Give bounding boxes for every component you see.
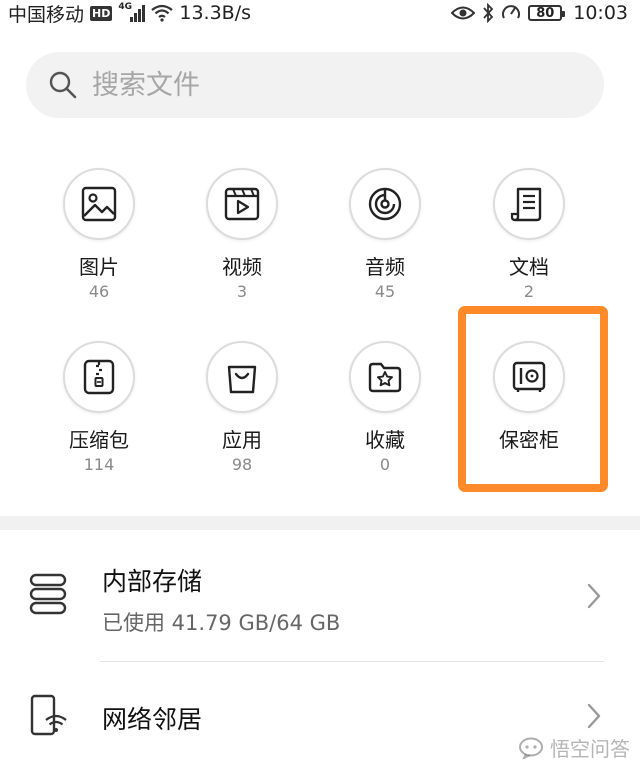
category-count: 0	[379, 455, 391, 474]
wifi-icon	[151, 4, 174, 22]
status-left: 中国移动 HD 4G 13.3B/s	[8, 0, 251, 26]
category-label: 音频	[365, 255, 405, 279]
search-icon	[49, 71, 77, 99]
signal-icon: 4G	[118, 2, 146, 22]
category-documents[interactable]: 文档 2	[457, 168, 601, 301]
wukong-logo-icon	[519, 737, 543, 759]
category-count: 2	[523, 282, 535, 301]
clock: 10:03	[573, 2, 628, 24]
hd-icon: HD	[90, 5, 113, 21]
category-label: 保密柜	[499, 428, 559, 452]
category-audio[interactable]: 音频 45	[313, 168, 457, 301]
category-count: 114	[83, 455, 115, 474]
video-icon	[224, 187, 260, 221]
network-speed: 13.3B/s	[179, 2, 251, 24]
network-neighbor-icon	[30, 694, 67, 736]
category-favorites[interactable]: 收藏 0	[313, 341, 457, 474]
category-label: 图片	[79, 255, 119, 279]
category-archives-circle	[63, 341, 135, 413]
category-label: 视频	[222, 255, 262, 279]
internal-storage-title: 内部存储	[102, 567, 203, 596]
status-right: 80 10:03	[451, 0, 628, 26]
section-divider	[0, 516, 640, 530]
chevron-right-icon	[587, 703, 601, 729]
category-documents-circle	[493, 168, 565, 240]
audio-icon	[368, 187, 402, 221]
battery-icon: 80	[528, 5, 566, 21]
category-safe[interactable]: 保密柜	[457, 341, 601, 456]
category-label: 应用	[222, 428, 262, 452]
document-icon	[510, 187, 542, 222]
category-images-circle	[63, 168, 135, 240]
category-apps[interactable]: 应用 98	[170, 341, 314, 474]
category-count: 3	[236, 282, 248, 301]
category-favorites-circle	[349, 341, 421, 413]
bluetooth-icon	[483, 3, 494, 23]
network-type: 4G	[118, 2, 133, 12]
chevron-right-icon	[587, 583, 601, 609]
safe-icon	[512, 361, 546, 392]
watermark: 悟空问答	[518, 733, 630, 762]
category-count: 46	[88, 282, 110, 301]
category-label: 文档	[509, 255, 549, 279]
search-bar[interactable]	[26, 52, 604, 118]
category-label: 收藏	[365, 428, 405, 452]
battery-level: 80	[536, 5, 555, 21]
watermark-text: 悟空问答	[550, 737, 630, 761]
favorites-icon	[368, 362, 402, 393]
data-saver-icon	[502, 5, 521, 19]
category-count: 45	[374, 282, 396, 301]
internal-storage-usage: 已使用 41.79 GB/64 GB	[102, 611, 341, 635]
category-apps-circle	[206, 341, 278, 413]
search-input[interactable]	[92, 52, 582, 118]
category-label: 压缩包	[69, 428, 129, 452]
status-bar: 中国移动 HD 4G 13.3B/s 80 10:03	[0, 0, 640, 26]
internal-storage-item[interactable]: 内部存储 已使用 41.79 GB/64 GB	[0, 530, 640, 661]
category-count: 98	[231, 455, 253, 474]
category-audio-circle	[349, 168, 421, 240]
carrier-name: 中国移动	[8, 3, 85, 26]
archive-icon	[83, 359, 115, 395]
network-neighbor-title: 网络邻居	[102, 705, 203, 734]
app-icon	[227, 365, 257, 394]
category-archives[interactable]: 压缩包 114	[27, 341, 171, 474]
eye-icon	[451, 6, 476, 20]
category-videos-circle	[206, 168, 278, 240]
category-safe-circle	[493, 341, 565, 413]
category-images[interactable]: 图片 46	[27, 168, 171, 301]
storage-icon	[29, 573, 67, 615]
category-videos[interactable]: 视频 3	[170, 168, 314, 301]
image-icon	[81, 186, 117, 222]
